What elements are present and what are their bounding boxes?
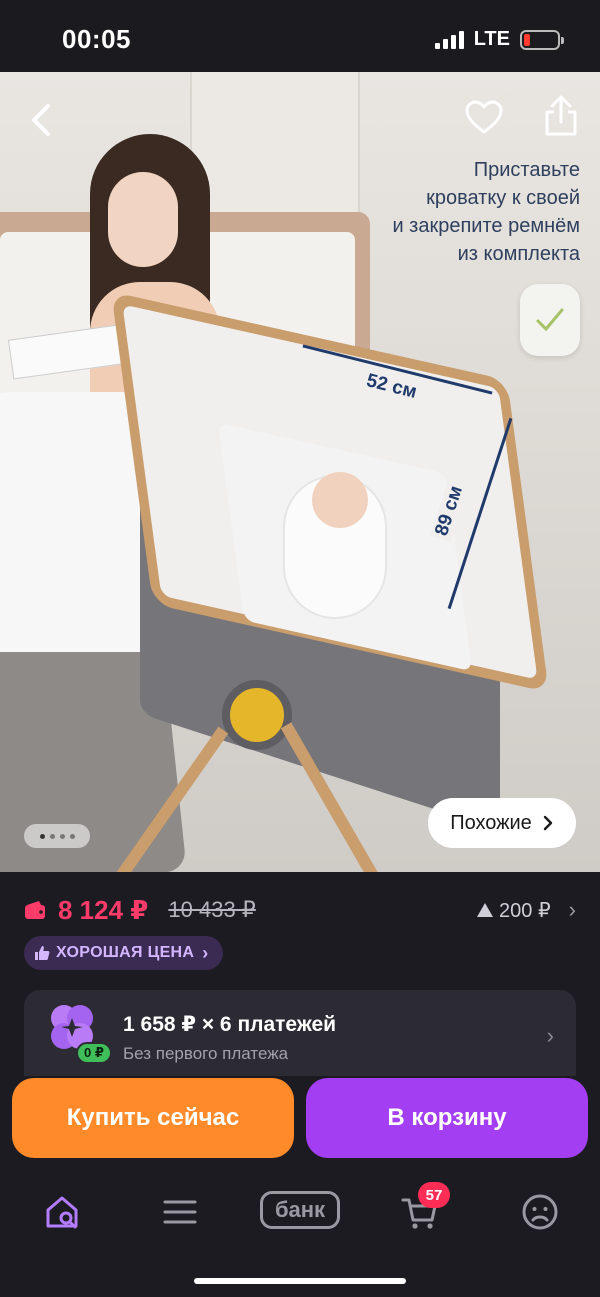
installment-title: 1 658 ₽ × 6 платежей bbox=[123, 1013, 337, 1036]
thumbs-up-icon bbox=[35, 946, 50, 960]
caption-line: из комплекта bbox=[457, 243, 580, 265]
image-pager-dots[interactable] bbox=[24, 824, 90, 848]
caption-line: и закрепите ремнём bbox=[392, 215, 580, 237]
status-bar: 00:05 LTE bbox=[0, 0, 600, 72]
network-label: LTE bbox=[473, 28, 510, 50]
bonus-value: 200 ₽ bbox=[499, 899, 551, 922]
chevron-right-icon: › bbox=[546, 1023, 554, 1048]
good-price-badge[interactable]: ХОРОШАЯ ЦЕНА › bbox=[24, 936, 223, 970]
wallet-icon bbox=[25, 901, 45, 919]
tab-bank[interactable]: банк bbox=[260, 1191, 340, 1229]
share-icon[interactable] bbox=[541, 94, 581, 138]
profile-icon bbox=[522, 1194, 558, 1230]
bonus-up-triangle-icon bbox=[477, 903, 494, 917]
menu-icon bbox=[163, 1200, 197, 1224]
similar-label: Похожие bbox=[450, 811, 532, 834]
cart-count-badge: 57 bbox=[418, 1182, 450, 1208]
back-arrow-icon[interactable] bbox=[24, 100, 60, 140]
current-price: 8 124 ₽ bbox=[58, 894, 149, 925]
home-indicator bbox=[194, 1278, 406, 1284]
status-time: 00:05 bbox=[62, 24, 131, 54]
status-indicators: LTE bbox=[434, 28, 564, 51]
chevron-right-icon: › bbox=[568, 897, 576, 922]
battery-icon bbox=[520, 29, 564, 50]
chevron-right-icon bbox=[543, 815, 553, 831]
tab-profile[interactable] bbox=[516, 1188, 564, 1236]
price-row: 8 124 ₽ 10 433 ₽ 200 ₽ › bbox=[24, 893, 576, 927]
favorite-heart-icon[interactable] bbox=[464, 98, 504, 138]
pager-dot bbox=[49, 833, 55, 839]
photo-baby-head bbox=[312, 472, 368, 528]
caption-line: Приставьте bbox=[473, 159, 580, 181]
tab-catalog[interactable] bbox=[156, 1188, 204, 1236]
product-image[interactable]: 52 см 89 см Приставьте кроватку к своей … bbox=[0, 72, 600, 872]
photo-caption: Приставьте кроватку к своей и закрепите … bbox=[320, 156, 580, 268]
add-to-cart-button[interactable]: В корзину bbox=[306, 1078, 588, 1158]
installment-subtitle: Без первого платежа bbox=[123, 1044, 289, 1063]
good-price-label: ХОРОШАЯ ЦЕНА bbox=[56, 944, 195, 961]
old-price: 10 433 ₽ bbox=[168, 897, 256, 922]
zero-ruble-badge: 0 ₽ bbox=[76, 1042, 112, 1064]
bottom-tab-bar: банк 57 bbox=[0, 1170, 600, 1250]
photo-crib-dial bbox=[222, 680, 292, 750]
installment-card[interactable]: 0 ₽ 1 658 ₽ × 6 платежей Без первого пла… bbox=[24, 990, 576, 1076]
pager-dot bbox=[39, 833, 45, 839]
caption-line: кроватку к своей bbox=[426, 187, 580, 209]
pager-dot bbox=[69, 833, 75, 839]
signal-icon bbox=[434, 30, 464, 49]
similar-button[interactable]: Похожие bbox=[428, 798, 576, 848]
bonus-points[interactable]: 200 ₽ › bbox=[477, 897, 576, 923]
buy-now-button[interactable]: Купить сейчас bbox=[12, 1078, 294, 1158]
chevron-right-icon: › bbox=[202, 942, 209, 963]
tab-home[interactable] bbox=[38, 1188, 86, 1236]
pager-dot bbox=[59, 833, 65, 839]
home-search-icon bbox=[46, 1196, 78, 1229]
check-badge-icon bbox=[520, 284, 580, 356]
photo-person-face bbox=[108, 172, 178, 267]
